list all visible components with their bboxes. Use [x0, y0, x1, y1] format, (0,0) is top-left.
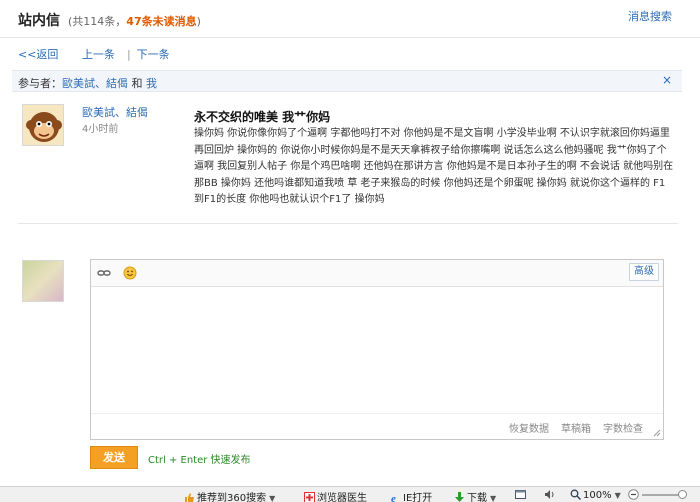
- sender-name[interactable]: 歐美試、結偈: [82, 104, 148, 120]
- draft-box-link[interactable]: 草稿箱: [561, 420, 591, 435]
- next-link[interactable]: 下一条: [137, 48, 170, 61]
- browser-statusbar: 推荐到360搜索 ▼ 浏览器医生 e IE打开 下载 ▼ 100% ▼: [0, 486, 700, 502]
- message-time: 4小时前: [82, 124, 119, 135]
- browser-doctor-item[interactable]: 浏览器医生: [304, 489, 367, 502]
- prev-link[interactable]: 上一条: [82, 48, 115, 61]
- advanced-button[interactable]: 高级: [629, 263, 659, 281]
- sound-icon-item[interactable]: [544, 489, 557, 501]
- restore-data-link[interactable]: 恢复数据: [509, 420, 549, 435]
- unread-count: 47条未读消息: [126, 15, 197, 28]
- my-avatar[interactable]: [22, 260, 64, 302]
- message-item: 歐美試、結偈 4小时前 永不交织的唯美 我艹你妈 操你妈 你说你像你妈了个逼啊 …: [18, 100, 678, 224]
- magnifier-icon: [570, 489, 581, 500]
- send-button[interactable]: 发送: [90, 446, 138, 469]
- editor-toolbar: 高级: [91, 260, 663, 287]
- page-title: 站内信: [18, 13, 60, 29]
- emoticon-icon[interactable]: [123, 266, 137, 280]
- participant-me[interactable]: 我: [146, 77, 157, 90]
- count-prefix: (共114条，: [68, 15, 127, 28]
- download-arrow-icon: [455, 492, 464, 502]
- ie-open-item[interactable]: e IE打开: [390, 489, 432, 502]
- participants-bar: 参与者：歐美試、結偈 和 我 ×: [12, 70, 682, 92]
- dropdown-arrow-icon[interactable]: ▼: [269, 494, 275, 502]
- close-icon[interactable]: ×: [662, 73, 672, 87]
- back-link[interactable]: <<返回: [18, 48, 58, 61]
- window-icon-item[interactable]: [515, 489, 528, 501]
- ie-icon: e: [391, 493, 396, 502]
- browser-doctor-icon: [304, 492, 315, 502]
- dropdown-arrow-icon[interactable]: ▼: [490, 494, 496, 502]
- browser-doctor-label: 浏览器医生: [317, 493, 367, 502]
- message-body: 操你妈 你说你像你妈了个逼啊 字都他吗打不对 你他妈是不是文盲啊 小学没毕业啊 …: [194, 128, 674, 205]
- message-nav: <<返回 上一条 | 下一条: [18, 46, 176, 62]
- header: 站内信 (共114条，47条未读消息) 消息搜索: [0, 0, 700, 38]
- participant-names[interactable]: 歐美試、結偈: [62, 77, 128, 90]
- link-icon[interactable]: [97, 266, 111, 280]
- download-label: 下载: [467, 493, 487, 502]
- thumbs-up-icon: [185, 493, 194, 502]
- reply-textarea[interactable]: [91, 288, 663, 412]
- recommend-360-label: 推荐到360搜索: [197, 493, 267, 502]
- zoom-out-icon[interactable]: [628, 489, 641, 501]
- reply-editor: 高级 恢复数据 草稿箱 字数检查: [90, 259, 664, 440]
- svg-text:e: e: [391, 493, 396, 502]
- zoom-slider-handle[interactable]: [678, 490, 687, 499]
- speaker-icon: [545, 490, 554, 499]
- message-search-link[interactable]: 消息搜索: [628, 8, 672, 24]
- recommend-360-item[interactable]: 推荐到360搜索 ▼: [184, 489, 275, 502]
- monkey-avatar-icon: [23, 105, 63, 145]
- dropdown-arrow-icon[interactable]: ▼: [615, 491, 621, 500]
- zoom-level: 100%: [583, 490, 612, 501]
- zoom-slider-track[interactable]: [642, 494, 682, 496]
- nav-separator: |: [126, 48, 131, 61]
- minus-circle-icon: [628, 489, 639, 500]
- zoom-item[interactable]: 100% ▼: [570, 489, 621, 501]
- avatar[interactable]: [22, 104, 64, 146]
- participants-and: 和: [131, 77, 143, 90]
- ie-open-label: IE打开: [403, 493, 433, 502]
- resize-grip-icon[interactable]: [651, 427, 661, 437]
- editor-footer: 恢复数据 草稿箱 字数检查: [91, 413, 663, 439]
- participants-label: 参与者：: [18, 77, 62, 90]
- message-subject: 永不交织的唯美 我艹你妈: [194, 110, 331, 124]
- word-count-link[interactable]: 字数检查: [603, 420, 643, 435]
- download-item[interactable]: 下载 ▼: [454, 489, 496, 502]
- window-icon: [515, 490, 526, 499]
- message-count: (共114条，47条未读消息): [68, 13, 201, 29]
- send-shortcut-hint: Ctrl + Enter 快速发布: [148, 455, 251, 466]
- message-page: 站内信 (共114条，47条未读消息) 消息搜索 <<返回 上一条 | 下一条 参与…: [0, 0, 700, 502]
- count-suffix: ): [196, 15, 201, 28]
